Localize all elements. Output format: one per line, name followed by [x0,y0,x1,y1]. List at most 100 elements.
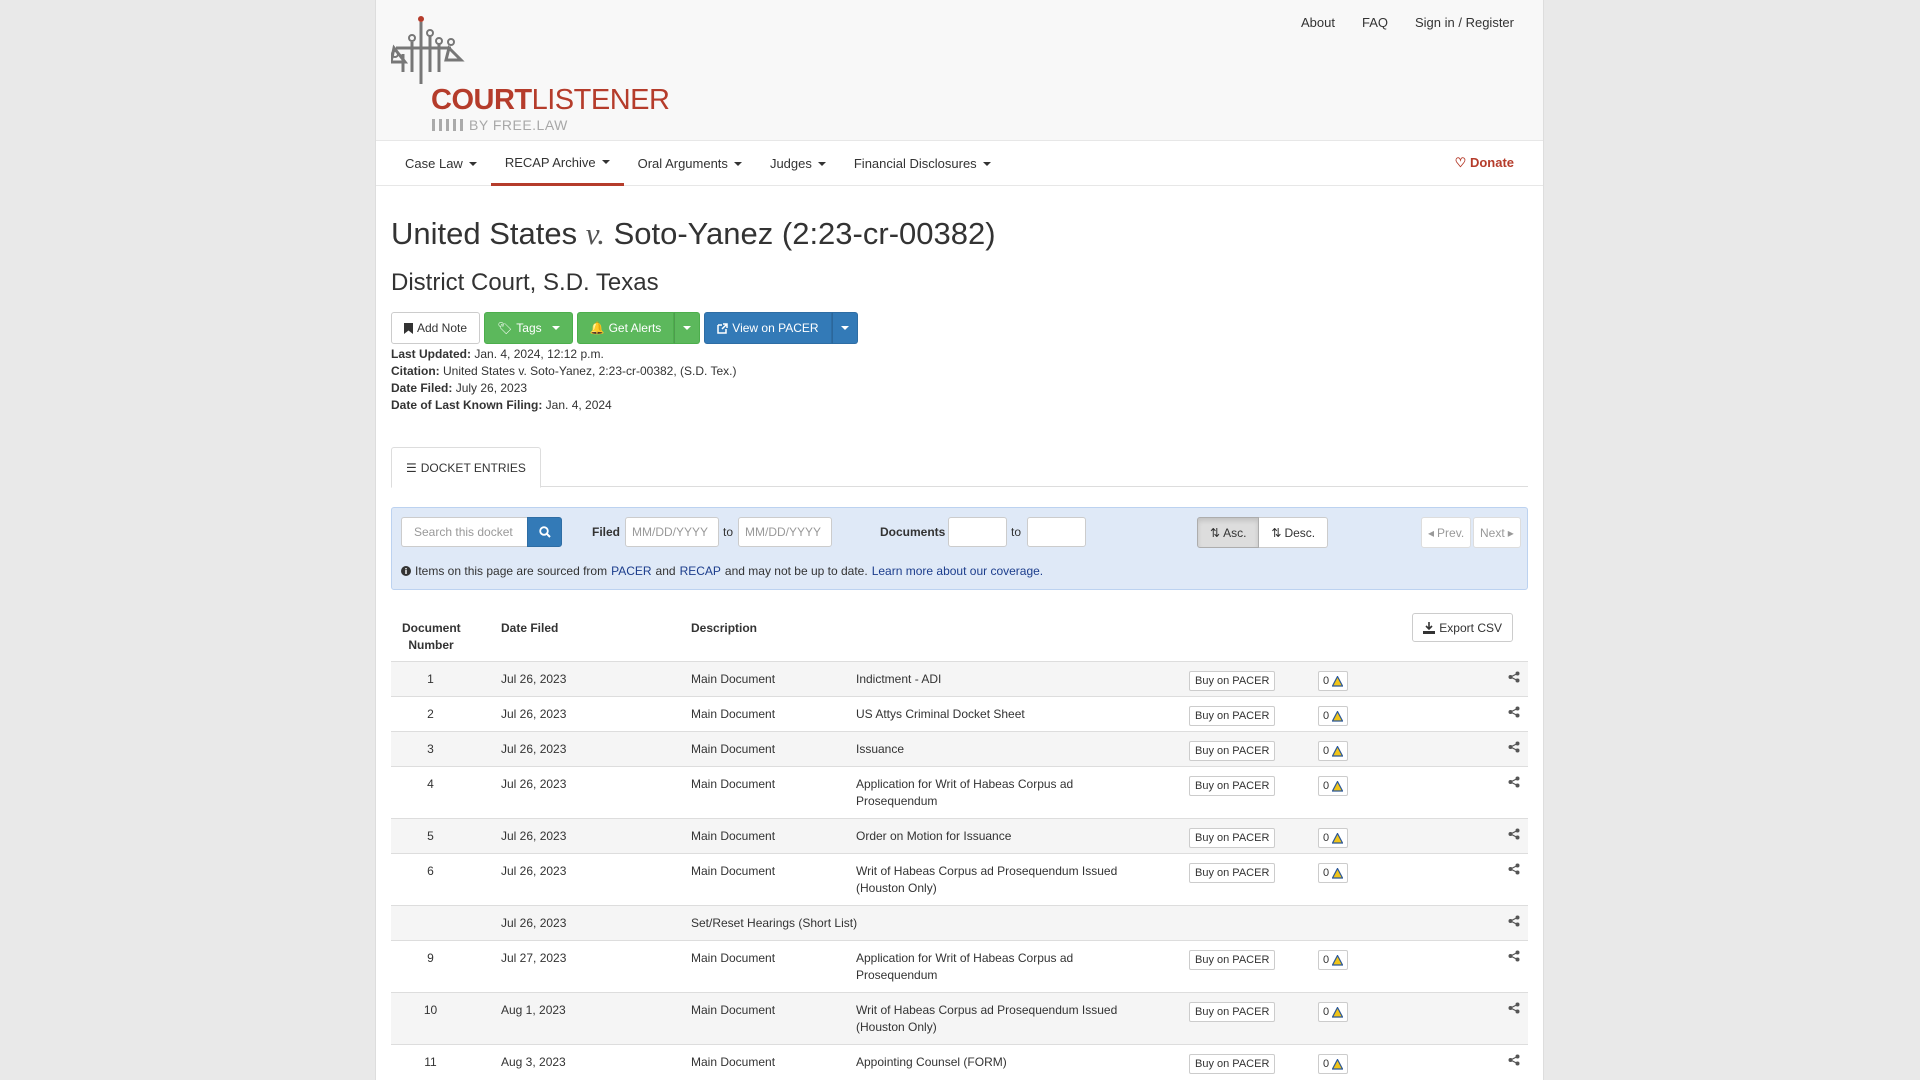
view-count-badge[interactable]: 0 [1318,776,1349,796]
view-count-badge[interactable]: 0 [1318,950,1349,970]
about-link[interactable]: About [1301,15,1335,30]
pacer-link[interactable]: PACER [611,564,651,578]
tags-button[interactable]: 🏷 Tags [484,312,573,344]
buy-on-pacer-button[interactable]: Buy on PACER [1189,1002,1276,1022]
entry-description: Application for Writ of Habeas Corpus ad… [856,777,1074,808]
share-icon[interactable] [1508,828,1520,840]
donate-link[interactable]: ♡ Donate [1455,155,1514,171]
share-icon[interactable] [1508,706,1520,718]
view-count-badge[interactable]: 0 [1318,741,1349,761]
share-icon[interactable] [1508,776,1520,788]
download-icon [1423,621,1436,634]
document-type-link[interactable]: Main Document [691,706,775,723]
add-note-button[interactable]: Add Note [391,312,481,344]
document-type-link[interactable]: Main Document [691,828,775,845]
document-type-link[interactable]: Main Document [691,1054,775,1071]
document-type-link[interactable]: Main Document [691,741,775,758]
date-filed: Jul 26, 2023 [501,916,567,930]
share-icon[interactable] [1508,1054,1520,1066]
next-page-button[interactable]: Next ▸ [1473,517,1521,548]
documents-from-input[interactable] [948,517,1007,547]
recap-link[interactable]: RECAP [680,564,721,578]
document-type-link[interactable]: Main Document [691,863,775,880]
nav-recap-archive[interactable]: RECAP Archive [490,141,624,186]
scales-logo-icon [391,16,465,84]
site-header: COURTLISTENER BY FREE.LAW About FAQ Sign… [376,0,1543,141]
document-type-link[interactable]: Main Document [691,671,775,688]
filed-label: Filed [592,525,621,539]
col-document-number: Document Number [402,621,461,652]
entry-description: Issuance [856,742,905,756]
date-filed: Jul 26, 2023 [501,672,567,686]
buy-on-pacer-button[interactable]: Buy on PACER [1189,706,1276,726]
documents-to-input[interactable] [1027,517,1086,547]
search-button[interactable] [527,517,562,547]
table-row: 11 Aug 3, 2023 Main Document Appointing Cou… [391,1044,1528,1079]
sign-in-link[interactable]: Sign in / Register [1415,15,1514,30]
docket-search-input[interactable]: Search this docket [401,517,527,547]
document-type-link[interactable]: Main Document [691,776,775,793]
filed-to-input[interactable]: MM/DD/YYYY [738,517,832,547]
filed-from-input[interactable]: MM/DD/YYYY [625,517,719,547]
buy-on-pacer-button[interactable]: Buy on PACER [1189,671,1276,691]
case-title: United States v. Soto-Yanez (2:23-cr-003… [391,216,996,251]
caret-down-icon [733,161,742,166]
document-type-link[interactable]: Main Document [691,1002,775,1019]
get-alerts-button[interactable]: 🔔 Get Alerts [576,312,675,344]
recap-icon [1332,675,1344,687]
recap-icon [1332,867,1344,879]
buy-on-pacer-button[interactable]: Buy on PACER [1189,828,1276,848]
faq-link[interactable]: FAQ [1362,15,1388,30]
page-container: COURTLISTENER BY FREE.LAW About FAQ Sign… [375,0,1544,1080]
buy-on-pacer-button[interactable]: Buy on PACER [1189,776,1276,796]
view-count-badge[interactable]: 0 [1318,671,1349,691]
sort-asc-icon: ⇅ [1210,525,1221,540]
caret-down-icon [551,326,560,330]
view-on-pacer-button[interactable]: View on PACER [704,312,832,344]
share-icon[interactable] [1508,671,1520,683]
table-row: 9 Jul 27, 2023 Main Document Application fo… [391,940,1528,992]
sort-asc-button[interactable]: ⇅ Asc. [1197,517,1260,548]
buy-on-pacer-button[interactable]: Buy on PACER [1189,741,1276,761]
share-icon[interactable] [1508,1002,1520,1014]
share-icon[interactable] [1508,950,1520,962]
nav-oral-arguments[interactable]: Oral Arguments [624,141,756,186]
view-count-badge[interactable]: 0 [1318,1054,1349,1074]
document-number: 6 [427,864,434,878]
export-csv-button[interactable]: Export CSV [1412,613,1513,642]
court-name: District Court, S.D. Texas [391,269,659,296]
document-type-link[interactable]: Main Document [691,950,775,967]
caret-down-icon [468,161,477,166]
nav-judges[interactable]: Judges [756,141,840,186]
share-icon[interactable] [1508,741,1520,753]
action-buttons: Add Note 🏷 Tags 🔔 Get Alerts View on PAC… [391,312,1528,344]
entry-description: Appointing Counsel (FORM) [856,1055,1007,1069]
alerts-dropdown-toggle[interactable] [674,312,701,344]
nav-financial-disclosures[interactable]: Financial Disclosures [840,141,1005,186]
sort-desc-button[interactable]: ⇅ Desc. [1259,517,1329,548]
view-count-badge[interactable]: 0 [1318,1002,1349,1022]
table-row: 6 Jul 26, 2023 Main Document Writ of Habeas… [391,853,1528,905]
pacer-dropdown-toggle[interactable] [831,312,858,344]
buy-on-pacer-button[interactable]: Buy on PACER [1189,950,1276,970]
prev-page-button[interactable]: ◂ Prev. [1421,517,1472,548]
share-icon[interactable] [1508,915,1520,927]
view-count-badge[interactable]: 0 [1318,706,1349,726]
view-count-badge[interactable]: 0 [1318,828,1349,848]
buy-on-pacer-button[interactable]: Buy on PACER [1189,1054,1276,1074]
nav-case-law[interactable]: Case Law [391,141,491,186]
table-row: Jul 26, 2023 Set/Reset Hearings (Short Li… [391,905,1528,940]
view-count-badge[interactable]: 0 [1318,863,1349,883]
tag-icon: 🏷 [497,321,513,335]
courtlistener-logo[interactable]: COURTLISTENER BY FREE.LAW [391,14,670,134]
bell-icon: 🔔 [589,321,605,335]
tab-docket-entries[interactable]: ☰ DOCKET ENTRIES [391,447,541,488]
table-row: 2 Jul 26, 2023 Main Document US Attys Crimi… [391,696,1528,731]
learn-more-link[interactable]: Learn more about our coverage. [872,564,1043,578]
share-icon[interactable] [1508,863,1520,875]
pacer-button-group: View on PACER [704,312,858,344]
buy-on-pacer-button[interactable]: Buy on PACER [1189,863,1276,883]
date-filed: Aug 3, 2023 [501,1055,566,1069]
docket-table-body: 1 Jul 26, 2023 Main Document Indictment - A… [391,661,1528,1079]
date-filed: Jul 27, 2023 [501,951,567,965]
